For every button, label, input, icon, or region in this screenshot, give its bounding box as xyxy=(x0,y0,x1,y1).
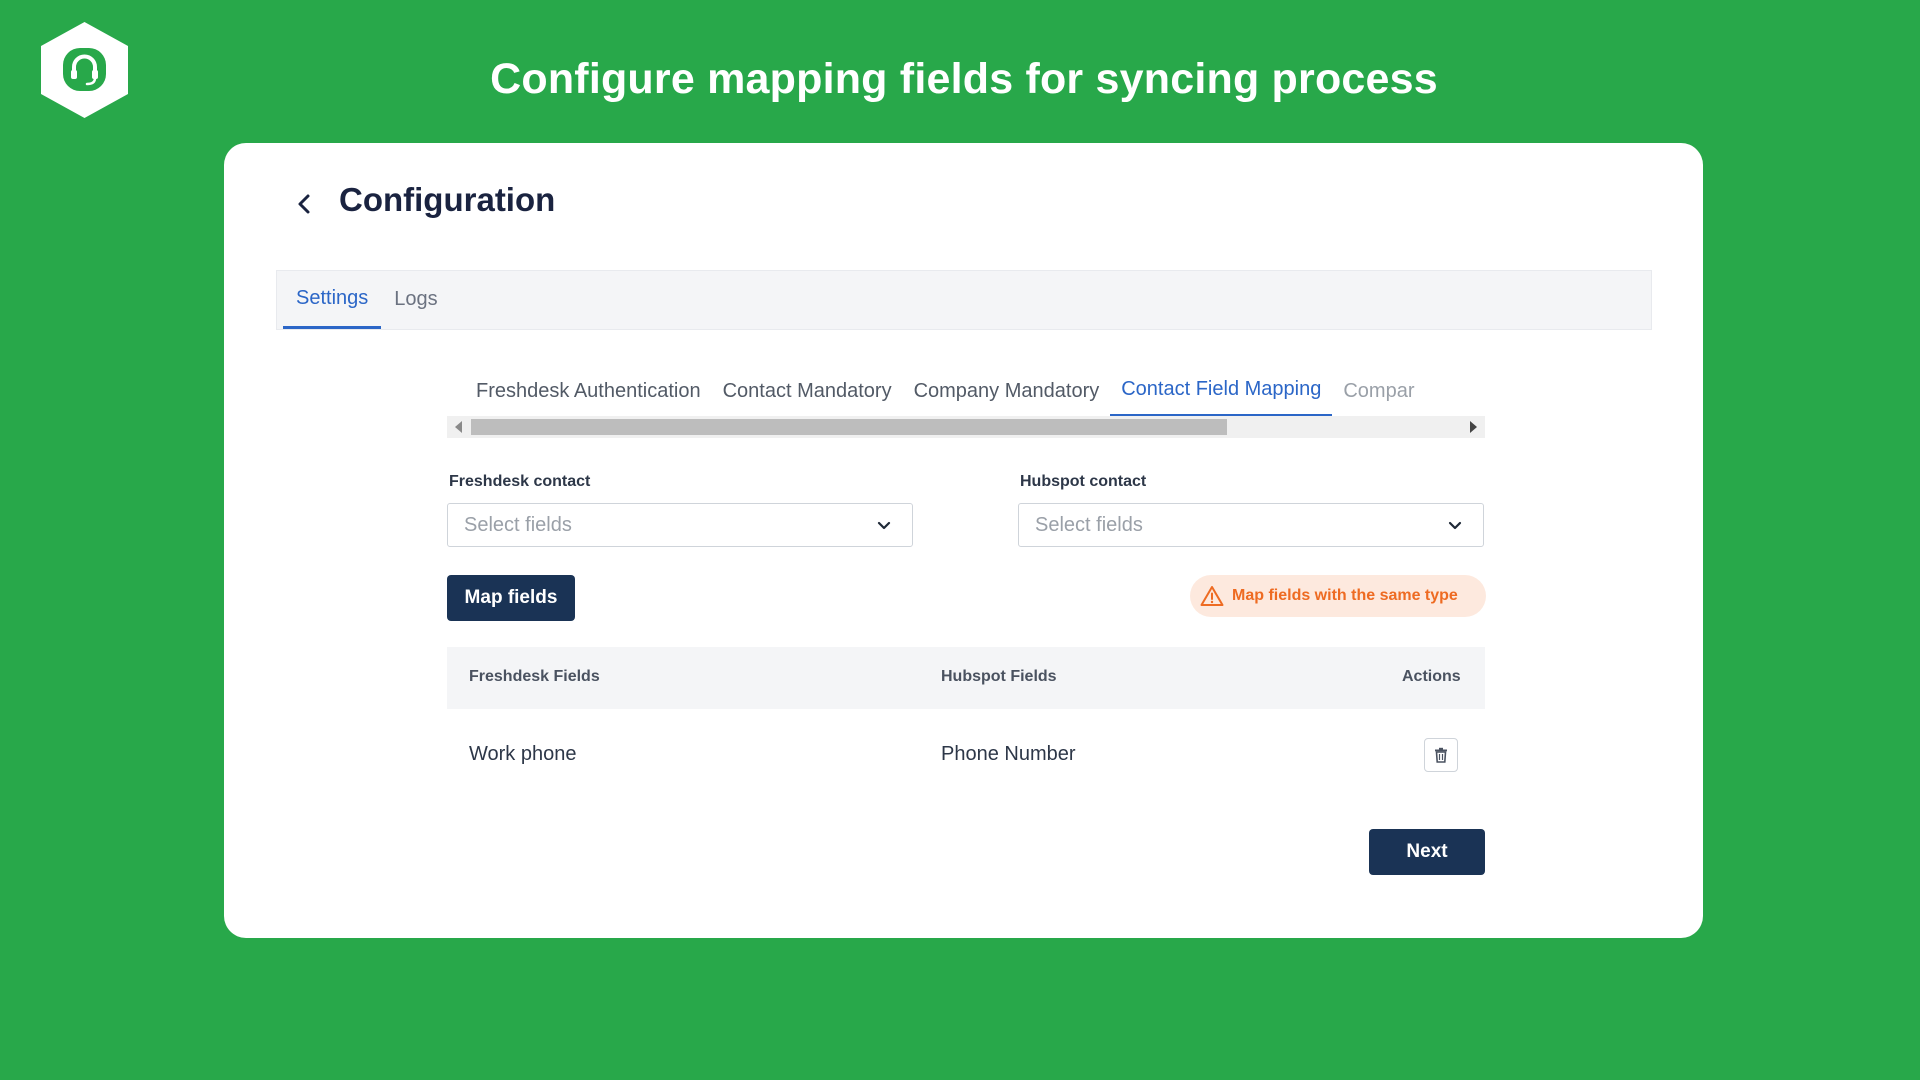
tab-freshdesk-authentication[interactable]: Freshdesk Authentication xyxy=(465,365,712,417)
top-tab-bar: Settings Logs xyxy=(276,270,1652,330)
header-freshdesk-fields: Freshdesk Fields xyxy=(469,668,600,685)
hubspot-contact-select[interactable]: Select fields xyxy=(1018,503,1484,547)
scroll-thumb[interactable] xyxy=(471,419,1227,435)
banner-title: Configure mapping fields for syncing pro… xyxy=(490,55,1438,103)
delete-row-button[interactable] xyxy=(1424,738,1458,772)
table-row: Work phone Phone Number xyxy=(447,709,1485,799)
tab-settings[interactable]: Settings xyxy=(283,270,382,329)
chevron-down-icon xyxy=(1448,521,1462,530)
freshdesk-select-placeholder: Select fields xyxy=(464,513,572,536)
hubspot-contact-label: Hubspot contact xyxy=(1020,473,1147,490)
warning-text: Map fields with the same type xyxy=(1232,587,1458,604)
row-hubspot-field: Phone Number xyxy=(941,743,1076,765)
freshdesk-contact-select[interactable]: Select fields xyxy=(447,503,913,547)
horizontal-scrollbar[interactable] xyxy=(447,416,1485,438)
freshdesk-contact-label: Freshdesk contact xyxy=(449,473,591,490)
tab-company-mandatory[interactable]: Company Mandatory xyxy=(903,365,1111,417)
row-freshdesk-field: Work phone xyxy=(469,743,577,765)
scroll-right-icon[interactable] xyxy=(1470,421,1477,433)
page-title: Configuration xyxy=(339,181,556,218)
tab-logs[interactable]: Logs xyxy=(381,270,450,329)
next-button[interactable]: Next xyxy=(1369,829,1485,875)
same-type-warning: Map fields with the same type xyxy=(1190,575,1486,617)
header-actions: Actions xyxy=(1402,668,1461,685)
mapping-table-header: Freshdesk Fields Hubspot Fields Actions xyxy=(447,647,1485,709)
hubspot-select-placeholder: Select fields xyxy=(1035,513,1143,536)
trash-icon xyxy=(1435,747,1447,763)
tab-company-truncated[interactable]: Compar xyxy=(1332,365,1425,417)
header-hubspot-fields: Hubspot Fields xyxy=(941,668,1057,685)
map-fields-button[interactable]: Map fields xyxy=(447,575,575,621)
warning-icon xyxy=(1200,586,1224,606)
scroll-left-icon[interactable] xyxy=(455,421,462,433)
chevron-left-icon xyxy=(298,194,310,214)
chevron-down-icon xyxy=(877,521,891,530)
tab-contact-mandatory[interactable]: Contact Mandatory xyxy=(712,365,903,417)
configuration-card: Configuration Settings Logs Freshdesk Au… xyxy=(224,143,1703,938)
back-button[interactable] xyxy=(286,183,322,225)
tab-contact-field-mapping[interactable]: Contact Field Mapping xyxy=(1110,365,1333,417)
